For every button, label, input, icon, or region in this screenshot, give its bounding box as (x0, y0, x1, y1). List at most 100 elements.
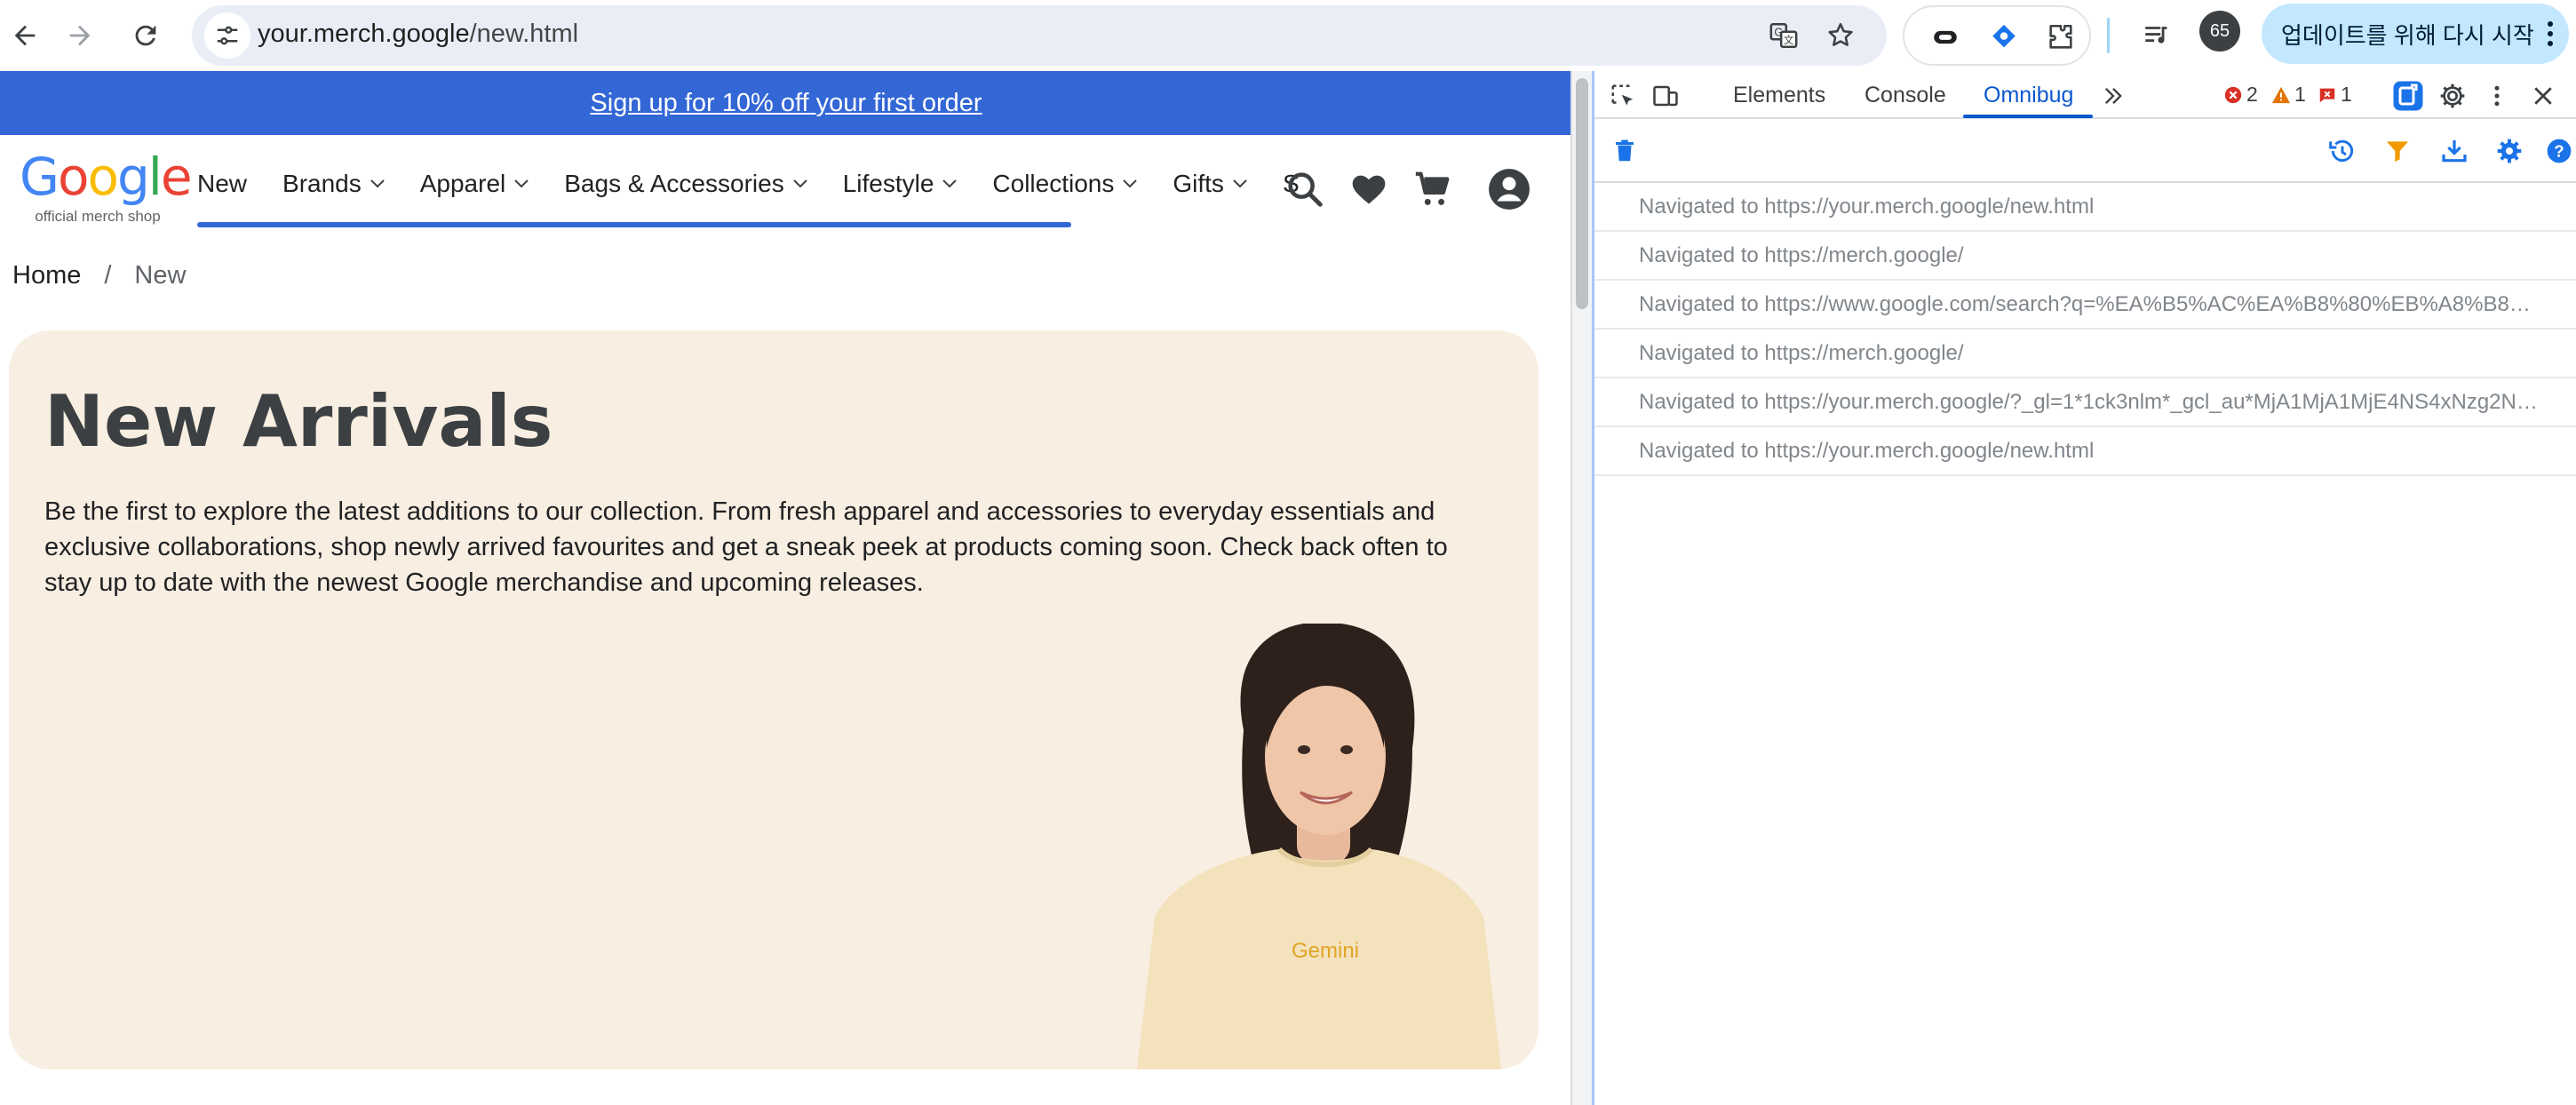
breadcrumb-current: New (134, 261, 187, 290)
active-tab-indicator (1963, 115, 2093, 118)
chevron-down-icon (942, 179, 958, 188)
bookmark-star-icon[interactable] (1823, 18, 1858, 53)
nav-item-collections[interactable]: Collections (992, 170, 1138, 198)
device-toolbar-icon[interactable] (1648, 78, 1683, 114)
error-count-badge[interactable]: 2 (2223, 83, 2258, 107)
log-entry[interactable]: Navigated to https://your.merch.google/n… (1594, 427, 2576, 476)
profile-avatar[interactable]: 65 (2199, 11, 2240, 52)
arrow-left-icon (14, 25, 36, 46)
chevron-down-icon (514, 179, 529, 188)
nav-item-new[interactable]: New (197, 170, 247, 198)
promo-link[interactable]: Sign up for 10% off your first order (590, 89, 982, 118)
log-entry[interactable]: Navigated to https://merch.google/ (1594, 330, 2576, 378)
nav-label: Lifestyle (842, 170, 934, 197)
back-button[interactable] (0, 11, 50, 60)
log-entry[interactable]: Navigated to https://your.merch.google/n… (1594, 183, 2576, 232)
omnibug-extension-icon[interactable] (2390, 78, 2426, 114)
chevron-down-icon (1123, 179, 1138, 188)
chevron-down-icon (1233, 179, 1247, 188)
heart-icon[interactable] (1347, 167, 1391, 211)
extension-recorder-icon[interactable] (1926, 18, 1965, 57)
google-logo[interactable]: Google official merch shop (20, 147, 193, 226)
tab-omnibug[interactable]: Omnibug (1984, 71, 2073, 119)
log-entry[interactable]: Navigated to https://your.merch.google/?… (1594, 378, 2576, 427)
url-text[interactable]: your.merch.google/new.html (258, 20, 578, 49)
close-icon[interactable] (2525, 78, 2561, 114)
warning-count-badge[interactable]: 1 (2271, 83, 2306, 107)
error-count: 2 (2246, 83, 2258, 106)
forward-button[interactable] (55, 11, 105, 60)
issues-count-badge[interactable]: 1 (2318, 83, 2352, 107)
url-path: /new.html (469, 20, 579, 48)
inspect-element-icon[interactable] (1605, 78, 1641, 114)
hero-description: Be the first to explore the latest addit… (44, 497, 1448, 597)
breadcrumb-separator: / (104, 261, 112, 290)
translate-icon[interactable]: G文 (1766, 18, 1801, 53)
extensions-group (1903, 5, 2091, 66)
update-restart-button[interactable]: 업데이트를 위해 다시 시작 (2262, 4, 2569, 64)
page-title: New Arrivals (44, 380, 553, 463)
nav-item-bags-accessories[interactable]: Bags & Accessories (564, 170, 807, 198)
hero-banner: New Arrivals Be the first to explore the… (9, 330, 1538, 1069)
devtools-tabbar: Elements Console Omnibug 2 1 1 (1594, 71, 2576, 119)
log-entry[interactable]: Navigated to https://www.google.com/sear… (1594, 281, 2576, 330)
media-controls-button[interactable] (2132, 11, 2182, 60)
devtools-panel: Elements Console Omnibug 2 1 1 ? Navigat… (1592, 71, 2576, 1105)
update-restart-label: 업데이트를 위해 다시 시작 (2281, 21, 2534, 49)
nav-item-lifestyle[interactable]: Lifestyle (843, 170, 958, 198)
history-icon[interactable] (2325, 133, 2360, 169)
download-icon[interactable] (2437, 133, 2472, 169)
trash-icon[interactable] (1607, 133, 1642, 169)
nav-item-brands[interactable]: Brands (282, 170, 385, 198)
address-bar[interactable]: your.merch.google/new.html G文 (192, 5, 1887, 66)
logo-subtitle: official merch shop (35, 208, 161, 225)
nav-label: New (197, 170, 248, 197)
tune-icon (217, 26, 238, 45)
breadcrumb: Home / New (12, 261, 186, 290)
toolbar-divider (2107, 18, 2110, 53)
nav-label: Collections (992, 170, 1115, 197)
nav-label: Gifts (1173, 170, 1224, 197)
hero-model-image: Gemini (1137, 624, 1501, 1069)
filter-icon[interactable] (2380, 133, 2415, 169)
nav-item-apparel[interactable]: Apparel (420, 170, 529, 198)
warning-count: 1 (2294, 83, 2306, 106)
issue-icon (2318, 85, 2337, 105)
breadcrumb-home-link[interactable]: Home (12, 261, 81, 290)
settings-gear-icon[interactable] (2435, 78, 2470, 114)
chevron-down-icon (792, 179, 807, 188)
error-icon (2223, 85, 2243, 105)
browser-toolbar: your.merch.google/new.html G文 65 업데이트를 위… (0, 0, 2576, 71)
reload-button[interactable] (121, 11, 171, 60)
reload-icon (135, 25, 156, 46)
extensions-puzzle-icon[interactable] (2041, 18, 2080, 57)
page-scrollbar-thumb[interactable] (1576, 78, 1588, 309)
nav-item-gifts[interactable]: Gifts (1173, 170, 1247, 198)
nav-label: Apparel (419, 170, 506, 197)
request-log: Navigated to https://your.merch.google/n… (1594, 183, 2576, 476)
nav-overflow-mask (1260, 135, 1277, 233)
search-icon[interactable] (1283, 167, 1327, 211)
more-tabs-chevron-icon[interactable] (2095, 78, 2131, 114)
log-entry[interactable]: Navigated to https://merch.google/ (1594, 232, 2576, 281)
omnibug-settings-icon[interactable] (2492, 133, 2527, 169)
logo-wordmark: Google (20, 147, 193, 207)
warning-icon (2271, 85, 2291, 105)
arrow-right-icon (69, 25, 91, 46)
extension-tag-icon[interactable] (1984, 18, 2023, 57)
shirt-print-text: Gemini (1292, 939, 1359, 963)
omnibug-toolbar: ? (1594, 121, 2576, 183)
more-options-icon[interactable] (2479, 78, 2515, 114)
nav-label: Brands (282, 170, 362, 197)
issues-count: 1 (2341, 83, 2352, 106)
site-info-button[interactable] (204, 12, 250, 59)
url-host: your.merch.google (258, 20, 470, 48)
nav-label: Bags & Accessories (564, 170, 784, 197)
tab-console[interactable]: Console (1864, 71, 1946, 119)
shopping-cart-icon[interactable] (1411, 167, 1455, 211)
kebab-menu-icon (2548, 21, 2553, 51)
site-header: Google official merch shop New Brands Ap… (0, 135, 1572, 233)
help-icon[interactable]: ? (2541, 133, 2576, 169)
tab-elements[interactable]: Elements (1733, 71, 1825, 119)
account-icon[interactable] (1487, 167, 1531, 211)
